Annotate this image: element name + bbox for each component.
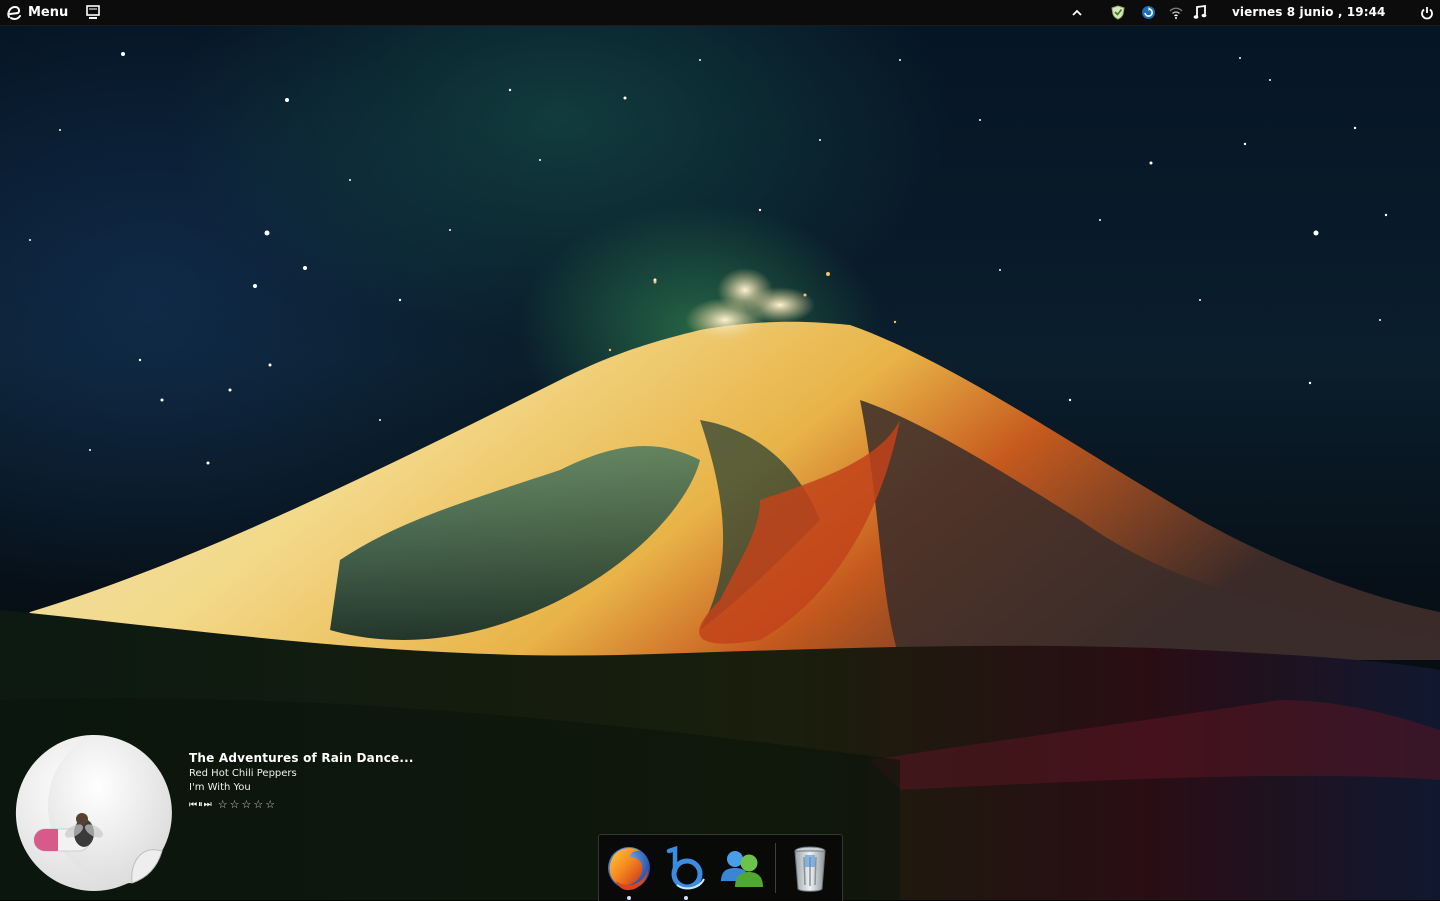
- menu-label: Menu: [28, 5, 69, 20]
- trash-icon[interactable]: [783, 841, 837, 895]
- firefox-icon[interactable]: [602, 841, 656, 900]
- rating-star-3[interactable]: ☆: [241, 798, 251, 811]
- rating-star-2[interactable]: ☆: [230, 798, 240, 811]
- previous-button[interactable]: ⏮: [189, 800, 197, 810]
- album-cover-image: [15, 734, 172, 891]
- rating-star-1[interactable]: ☆: [218, 798, 228, 811]
- running-indicator: [627, 896, 631, 900]
- messenger-icon[interactable]: [715, 841, 769, 895]
- track-album: I'm With You: [189, 782, 251, 793]
- shield-icon[interactable]: [1109, 3, 1127, 22]
- rating-star-4[interactable]: ☆: [253, 798, 263, 811]
- chevron-up-icon[interactable]: [1068, 3, 1086, 22]
- now-playing-info: The Adventures of Rain Dance... Red Hot …: [189, 751, 414, 811]
- power-icon[interactable]: [1418, 3, 1436, 22]
- show-desktop-icon[interactable]: [85, 4, 101, 20]
- pause-button[interactable]: ⏸: [198, 800, 203, 810]
- clock[interactable]: viernes 8 junio , 19:44: [1232, 5, 1386, 19]
- music-note-icon[interactable]: [1191, 3, 1209, 22]
- dock: [598, 834, 843, 901]
- blue-b-app-icon[interactable]: [659, 841, 713, 900]
- dock-separator: [775, 843, 776, 893]
- running-indicator: [684, 896, 688, 900]
- menu-button[interactable]: Menu: [6, 3, 68, 22]
- rating-star-5[interactable]: ☆: [265, 798, 275, 811]
- album-art-sticker[interactable]: [12, 733, 172, 893]
- top-panel: Menu viernes 8 junio , 19:44: [0, 0, 1440, 26]
- playback-controls: ⏮ ⏸ ⏭ ☆ ☆ ☆ ☆ ☆: [189, 798, 414, 811]
- track-title: The Adventures of Rain Dance...: [189, 751, 414, 765]
- next-button[interactable]: ⏭: [204, 800, 212, 810]
- rating-stars: ☆ ☆ ☆ ☆ ☆: [218, 798, 275, 811]
- wifi-icon[interactable]: [1167, 3, 1185, 22]
- sync-icon[interactable]: [1139, 3, 1157, 22]
- track-artist: Red Hot Chili Peppers: [189, 768, 297, 779]
- menu-logo-icon: [7, 5, 21, 20]
